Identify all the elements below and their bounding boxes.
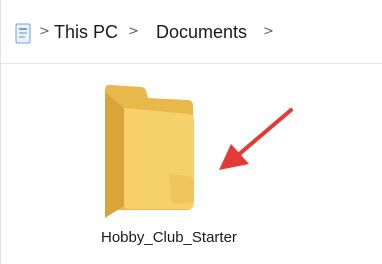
- breadcrumb-separator[interactable]: >: [263, 24, 274, 40]
- breadcrumb-item-this-pc[interactable]: This PC: [54, 21, 118, 43]
- red-arrow-icon: [219, 108, 293, 170]
- breadcrumb-item-documents[interactable]: Documents: [156, 21, 247, 43]
- breadcrumb-separator: >: [39, 24, 50, 39]
- file-list-area: Hobby_Club_Starter: [1, 64, 382, 264]
- folder-name: Hobby_Club_Starter: [101, 229, 237, 246]
- folder-icon: [105, 84, 194, 218]
- file-explorer-window: > This PC > Documents > Hobby_Club_Start…: [0, 0, 382, 264]
- breadcrumb-separator[interactable]: >: [128, 24, 139, 40]
- address-bar[interactable]: > This PC > Documents >: [1, 0, 382, 64]
- pc-location-icon: [15, 23, 31, 44]
